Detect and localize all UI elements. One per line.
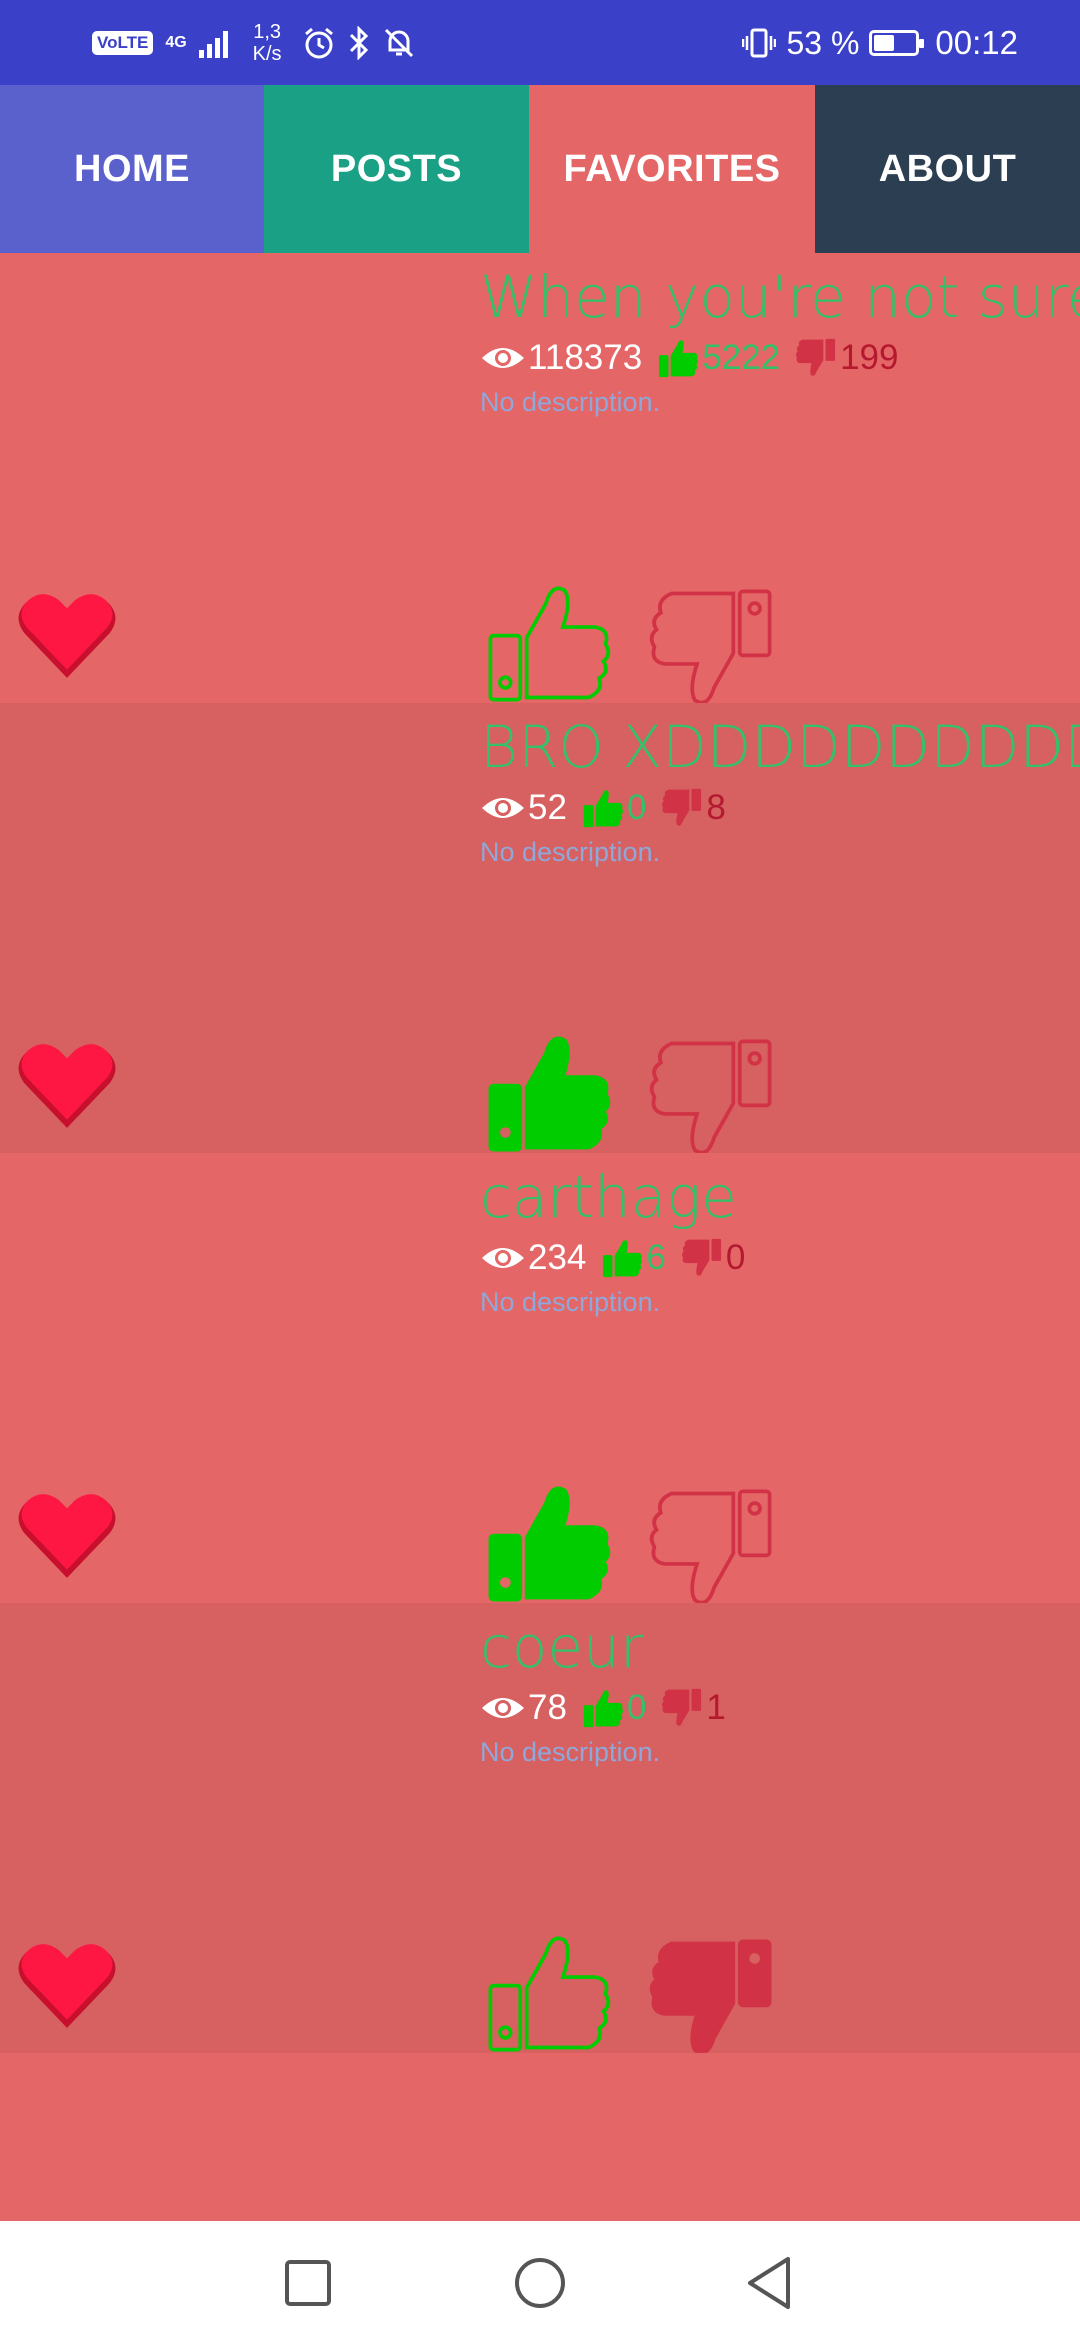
network-type: 4G — [165, 34, 187, 51]
vibrate-icon — [742, 28, 777, 58]
dislikes-count: 1 — [706, 1688, 726, 1727]
likes-stat: 0 — [581, 1686, 646, 1730]
views-stat: 52 — [480, 788, 567, 828]
dislike-small-icon — [681, 1238, 721, 1276]
favorites-feed: When you're not sure 118373 5222 199 No … — [0, 253, 1080, 2053]
eye-icon — [482, 1698, 524, 1718]
clock: 00:12 — [935, 24, 1018, 61]
dislike-button-icon[interactable] — [648, 1935, 776, 2053]
tab-posts[interactable]: POSTS — [264, 85, 529, 253]
post-title: BRO XDDDDDDDDDDDDDDDD — [480, 713, 1080, 781]
volte-badge: VoLTE — [92, 31, 154, 55]
dislike-small-icon — [796, 338, 836, 376]
like-button-icon[interactable] — [484, 578, 612, 703]
likes-count: 5222 — [702, 338, 781, 377]
likes-count: 6 — [646, 1238, 666, 1277]
post-stats: 118373 5222 199 — [480, 335, 912, 381]
post-stats: 52 0 8 — [480, 785, 740, 831]
tab-about[interactable]: ABOUT — [815, 85, 1080, 253]
dislike-button-icon[interactable] — [648, 1035, 776, 1153]
post-stats: 78 0 1 — [480, 1685, 740, 1731]
views-count: 118373 — [528, 338, 643, 377]
battery-charging-icon — [869, 30, 925, 56]
like-small-icon — [659, 340, 699, 378]
post-card[interactable]: coeur 78 0 1 No description. — [0, 1603, 1080, 2053]
dislike-small-icon — [662, 788, 702, 826]
dislike-button-icon[interactable] — [648, 1485, 776, 1603]
tab-home[interactable]: HOME — [0, 85, 264, 253]
like-button-icon[interactable] — [484, 1028, 612, 1153]
post-description: No description. — [480, 387, 661, 417]
dislikes-stat: 0 — [680, 1236, 745, 1280]
speed-value: 1,3 — [253, 21, 282, 43]
tab-favorites[interactable]: FAVORITES — [529, 85, 815, 253]
eye-icon — [482, 798, 524, 818]
views-stat: 118373 — [480, 338, 642, 378]
back-triangle-icon[interactable] — [744, 2251, 794, 2311]
post-title: coeur — [480, 1613, 644, 1681]
tab-bar: HOME POSTS FAVORITES ABOUT — [0, 85, 1080, 253]
dislikes-count: 0 — [725, 1238, 746, 1277]
battery-level — [874, 35, 895, 51]
likes-count: 0 — [626, 1688, 647, 1727]
post-description: No description. — [480, 1737, 661, 1767]
eye-icon — [482, 348, 524, 368]
dislikes-count: 8 — [706, 788, 726, 827]
bluetooth-icon — [349, 26, 368, 60]
dislikes-count: 199 — [840, 338, 899, 377]
dislike-small-icon — [662, 1688, 702, 1726]
like-button-icon[interactable] — [484, 1478, 612, 1603]
post-stats: 234 6 0 — [480, 1235, 759, 1281]
post-card[interactable]: BRO XDDDDDDDDDDDDDDDD 52 0 8 No descript… — [0, 703, 1080, 1153]
post-card[interactable]: carthage 234 6 0 No description. — [0, 1153, 1080, 1603]
like-small-icon — [583, 1690, 623, 1728]
like-button-icon[interactable] — [484, 1928, 612, 2053]
favorite-heart-icon[interactable] — [16, 1940, 118, 2032]
favorite-heart-icon[interactable] — [16, 1040, 118, 1132]
eye-icon — [482, 1248, 524, 1268]
post-title: carthage — [480, 1163, 737, 1231]
post-description: No description. — [480, 837, 661, 867]
views-count: 234 — [528, 1238, 587, 1277]
dislikes-stat: 1 — [660, 1686, 726, 1730]
post-title: When you're not sure — [480, 263, 1080, 331]
post-description: No description. — [480, 1287, 661, 1317]
alarm-icon — [304, 27, 333, 59]
like-small-icon — [583, 790, 623, 828]
post-card[interactable]: When you're not sure 118373 5222 199 No … — [0, 253, 1080, 703]
views-stat: 234 — [480, 1238, 586, 1278]
notifications-off-icon — [384, 28, 413, 58]
favorite-heart-icon[interactable] — [16, 590, 118, 682]
recents-square-icon[interactable] — [283, 2251, 333, 2311]
system-nav-bar — [0, 2221, 1080, 2340]
dislikes-stat: 8 — [660, 786, 726, 830]
views-count: 78 — [528, 1688, 567, 1727]
likes-stat: 0 — [581, 786, 646, 830]
status-left: VoLTE 4G 1,3 K/s — [92, 18, 416, 68]
network-speed: 1,3 K/s — [253, 21, 282, 65]
likes-stat: 6 — [600, 1236, 666, 1280]
dislike-button-icon[interactable] — [648, 585, 776, 703]
likes-stat: 5222 — [656, 336, 780, 380]
empty-list-area — [0, 2053, 1080, 2221]
favorite-heart-icon[interactable] — [16, 1490, 118, 1582]
battery-percent: 53 % — [786, 24, 860, 61]
status-bar: VoLTE 4G 1,3 K/s 53 % 00:12 — [0, 0, 1080, 85]
likes-count: 0 — [626, 788, 647, 827]
dislikes-stat: 199 — [794, 336, 898, 380]
speed-unit: K/s — [252, 43, 282, 65]
home-circle-icon[interactable] — [513, 2251, 567, 2311]
views-count: 52 — [528, 788, 567, 827]
status-right: 53 % 00:12 — [742, 18, 1018, 68]
views-stat: 78 — [480, 1688, 567, 1728]
signal-icon — [198, 31, 228, 58]
like-small-icon — [603, 1240, 643, 1278]
